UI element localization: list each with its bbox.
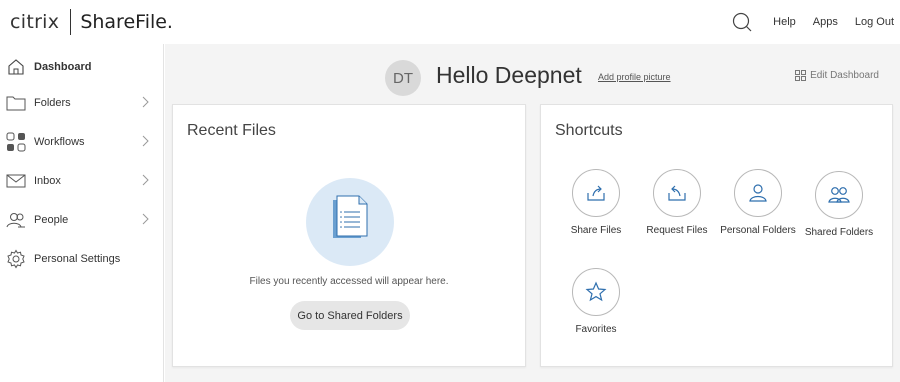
logo[interactable]: citrix ShareFile. [10, 9, 173, 35]
shortcuts-card: Shortcuts Share Files Request Files Pers… [540, 104, 893, 367]
edit-dashboard-button[interactable]: Edit Dashboard [795, 70, 879, 81]
sidebar-item-label: Workflows [34, 135, 85, 148]
shortcut-personal-folders[interactable]: Personal Folders [713, 169, 803, 236]
star-icon [572, 268, 620, 316]
sidebar-item-label: People [34, 213, 69, 226]
grid-icon [795, 70, 807, 81]
greeting-row: DT Hello Deepnet Add profile picture Edi… [165, 44, 900, 106]
shortcut-label: Favorites [575, 324, 617, 335]
sidebar: Dashboard Folders Workflows Inbox People… [0, 44, 164, 382]
recent-files-empty-text: Files you recently accessed will appear … [249, 276, 449, 287]
sidebar-item-label: Personal Settings [34, 252, 121, 265]
go-to-shared-folders-button[interactable]: Go to Shared Folders [290, 301, 410, 330]
shortcut-label: Shared Folders [804, 227, 874, 238]
shortcut-label: Share Files [570, 225, 622, 236]
folder-icon [6, 93, 26, 113]
greeting-title: Hello Deepnet [436, 62, 582, 88]
sidebar-item-label: Folders [34, 96, 71, 109]
edit-dashboard-label: Edit Dashboard [810, 70, 879, 81]
people-icon [815, 171, 863, 219]
chevron-right-icon [142, 135, 149, 147]
recent-files-card: Recent Files Files you recently accessed… [172, 104, 526, 367]
add-profile-picture-link[interactable]: Add profile picture [598, 72, 671, 82]
citrix-logo-text: citrix [10, 11, 60, 33]
apps-link[interactable]: Apps [813, 16, 838, 28]
shortcut-shared-folders[interactable]: Shared Folders [794, 169, 884, 238]
share-icon [572, 169, 620, 217]
shortcut-share-files[interactable]: Share Files [551, 169, 641, 236]
chevron-right-icon [142, 213, 149, 225]
help-link[interactable]: Help [773, 16, 796, 28]
logout-link[interactable]: Log Out [855, 16, 894, 28]
chevron-right-icon [142, 174, 149, 186]
sidebar-item-people[interactable]: People [0, 200, 163, 239]
top-nav: Help Apps Log Out [731, 0, 894, 44]
chevron-right-icon [142, 96, 149, 108]
top-bar: citrix ShareFile. Help Apps Log Out [0, 0, 900, 44]
gear-icon [6, 249, 26, 269]
avatar[interactable]: DT [385, 60, 421, 96]
sidebar-item-label: Dashboard [34, 60, 92, 73]
shortcuts-title: Shortcuts [555, 122, 623, 139]
sidebar-item-inbox[interactable]: Inbox [0, 161, 163, 200]
main-content: DT Hello Deepnet Add profile picture Edi… [165, 44, 900, 382]
logo-divider [70, 9, 72, 35]
request-icon [653, 169, 701, 217]
home-icon [6, 57, 26, 77]
person-icon [734, 169, 782, 217]
sharefile-logo-text: ShareFile. [80, 11, 173, 33]
shortcut-request-files[interactable]: Request Files [632, 169, 722, 236]
document-icon [306, 178, 394, 266]
search-icon[interactable] [731, 11, 753, 33]
shortcut-label: Personal Folders [720, 225, 796, 236]
recent-files-title: Recent Files [187, 122, 276, 139]
mail-icon [6, 171, 26, 191]
sidebar-item-workflows[interactable]: Workflows [0, 122, 163, 161]
workflows-icon [6, 132, 26, 152]
sidebar-item-folders[interactable]: Folders [0, 83, 163, 122]
shortcut-label: Request Files [646, 225, 708, 236]
sidebar-item-dashboard[interactable]: Dashboard [0, 47, 163, 86]
shortcut-favorites[interactable]: Favorites [551, 268, 641, 335]
people-icon [6, 210, 26, 230]
sidebar-item-label: Inbox [34, 174, 61, 187]
sidebar-item-personal-settings[interactable]: Personal Settings [0, 239, 163, 278]
